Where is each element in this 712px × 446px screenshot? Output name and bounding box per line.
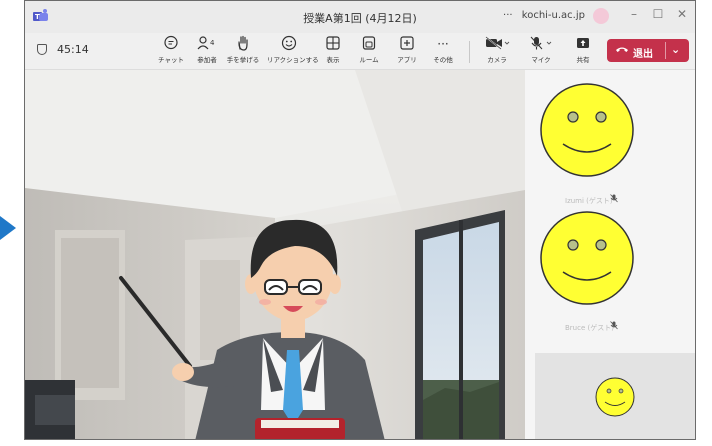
maximize-icon[interactable]: ☐ — [647, 7, 669, 21]
close-icon[interactable]: ✕ — [671, 7, 693, 21]
teams-meeting-window: T 授業A第1回 (4月12日) ··· kochi-u.ac.jp – ☐ ✕… — [24, 0, 696, 440]
participant-count: 4 — [210, 39, 215, 47]
more-label: その他 — [433, 56, 453, 64]
mic-off-icon — [610, 194, 618, 205]
self-view-tile[interactable] — [535, 353, 695, 439]
room-video-feed — [25, 70, 525, 439]
meeting-timer: 45:14 — [37, 43, 89, 56]
camera-off-icon — [475, 35, 519, 53]
title-bar: T 授業A第1回 (4月12日) ··· kochi-u.ac.jp – ☐ ✕ — [25, 1, 695, 33]
camera-label: カメラ — [487, 56, 507, 64]
share-label: 共有 — [576, 56, 590, 64]
chevron-down-icon[interactable]: ⌄ — [671, 43, 680, 56]
participant-tile-1[interactable] — [539, 82, 635, 182]
participant-avatar-smiley — [540, 83, 634, 177]
mic-off-icon — [610, 321, 618, 332]
account-avatar[interactable] — [593, 8, 609, 24]
mic-button[interactable]: マイク — [519, 35, 563, 64]
account-menu-dots[interactable]: ··· — [503, 10, 513, 21]
raise-hand-label: 手を挙げる — [226, 56, 260, 64]
self-avatar-smiley — [595, 377, 635, 417]
participant-tile-2[interactable] — [539, 210, 635, 310]
main-video-stage — [25, 70, 525, 439]
reaction-button[interactable]: リアクションする — [267, 35, 319, 64]
account-domain: kochi-u.ac.jp — [521, 10, 585, 21]
minimize-icon[interactable]: – — [623, 7, 645, 21]
phone-hangup-icon — [615, 42, 629, 59]
participant-name-1: Izumi (ゲスト) — [565, 197, 613, 205]
leave-label: 退出 — [633, 49, 653, 60]
account-info[interactable]: ··· kochi-u.ac.jp — [503, 10, 585, 21]
leave-divider — [665, 42, 666, 59]
share-icon — [561, 35, 605, 53]
participants-panel: Izumi (ゲスト) Bruce (ゲスト) — [525, 70, 695, 439]
raise-hand-button[interactable]: 手を挙げる — [221, 35, 265, 64]
toolbar-divider — [469, 41, 470, 63]
leave-button[interactable]: 退出 ⌄ — [607, 39, 689, 62]
share-button[interactable]: 共有 — [561, 35, 605, 64]
raise-hand-icon — [221, 35, 265, 53]
camera-button[interactable]: カメラ — [475, 35, 519, 64]
pointer-arrow — [0, 216, 16, 240]
mic-off-icon — [519, 35, 563, 53]
shield-icon — [37, 44, 47, 55]
timer-text: 45:14 — [57, 43, 89, 56]
reaction-icon — [267, 35, 311, 53]
meeting-toolbar: 45:14 チャット 4 参加者 手を挙げる リアクションする 表示 ルーム ア… — [25, 33, 695, 70]
more-button[interactable]: ··· その他 — [421, 35, 465, 64]
mic-label: マイク — [531, 56, 551, 64]
more-icon: ··· — [437, 37, 449, 51]
participant-avatar-smiley — [540, 211, 634, 305]
reaction-label: リアクションする — [267, 56, 319, 64]
participant-name-2: Bruce (ゲスト) — [565, 324, 614, 332]
